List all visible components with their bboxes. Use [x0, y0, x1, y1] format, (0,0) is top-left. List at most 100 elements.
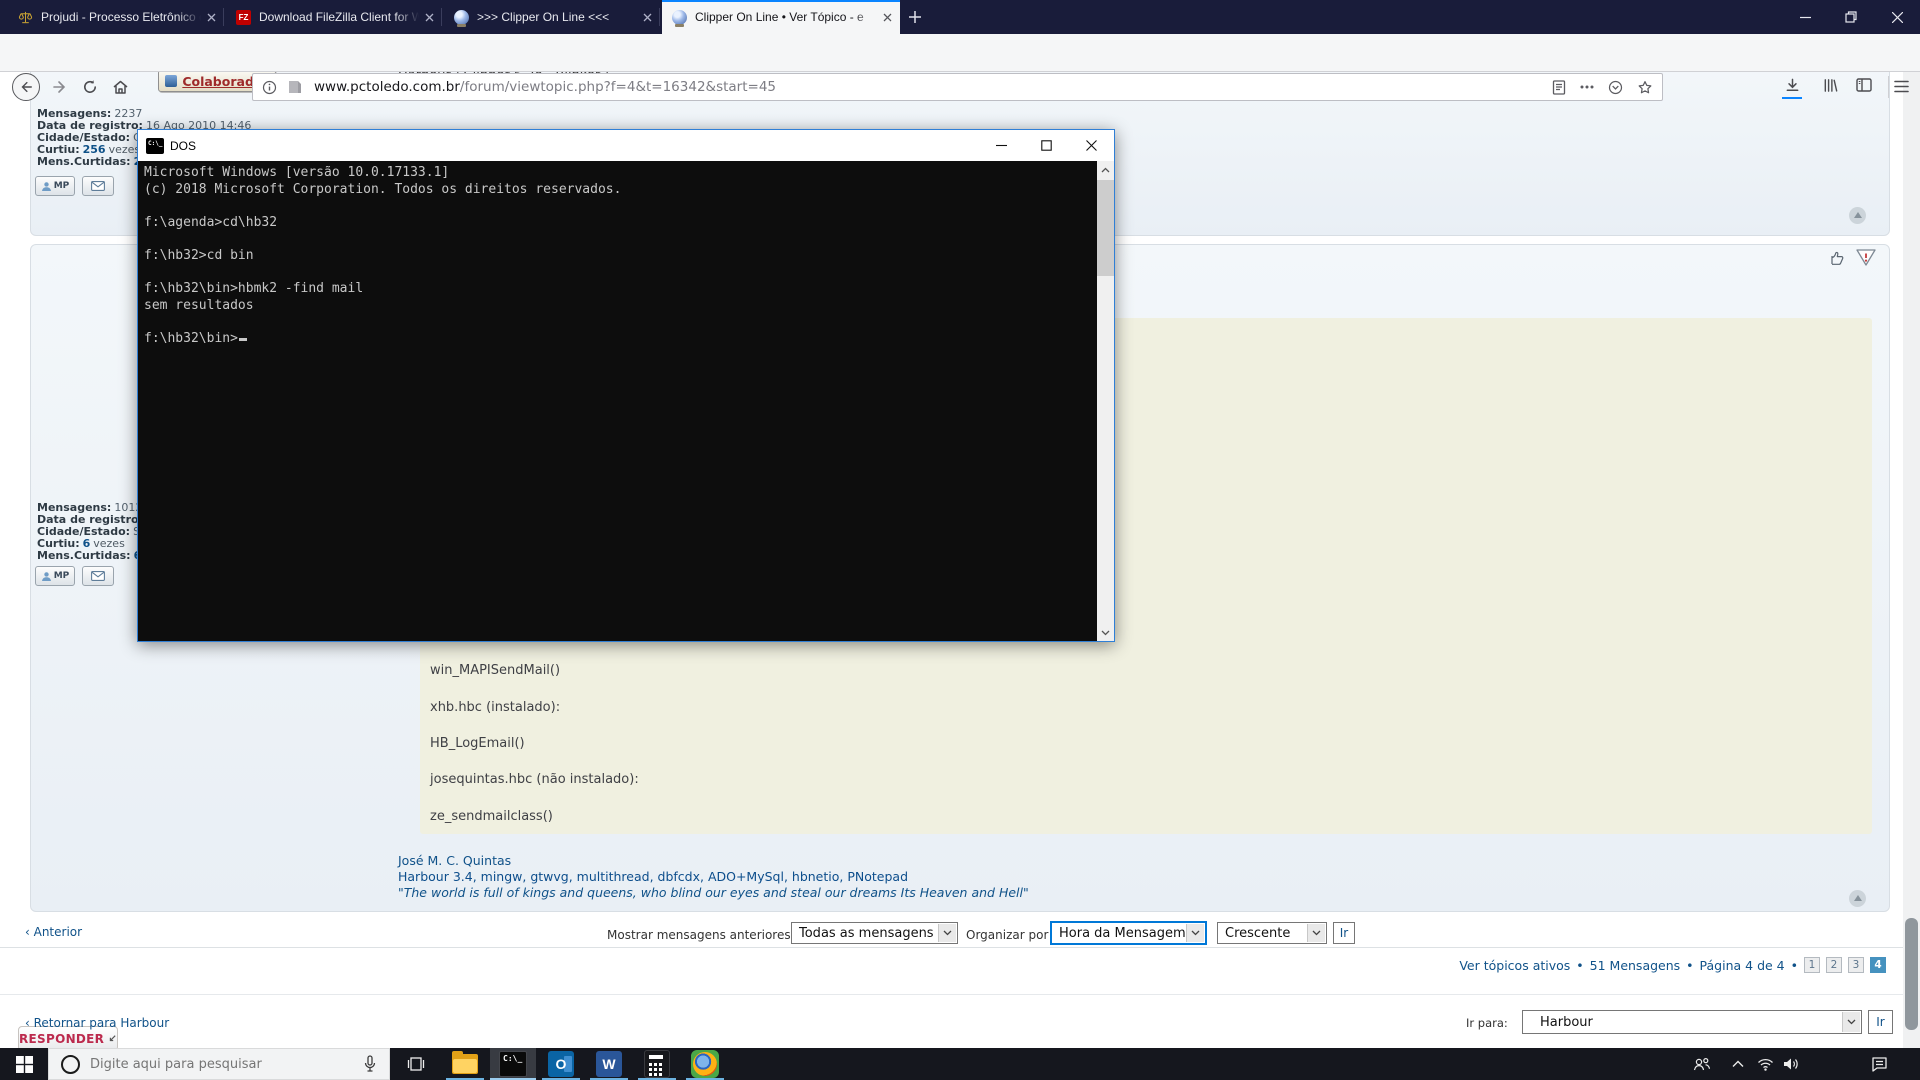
- back-button[interactable]: [12, 73, 40, 101]
- home-button[interactable]: [112, 79, 129, 95]
- email-icon: [91, 571, 105, 581]
- library-button[interactable]: [1822, 78, 1838, 93]
- post1-email-button[interactable]: [82, 176, 114, 196]
- taskbar-calculator[interactable]: [634, 1048, 680, 1080]
- page-button-1[interactable]: 1: [1804, 957, 1820, 973]
- console-line: [144, 265, 1097, 282]
- url-text[interactable]: www.pctoledo.com.br/forum/viewtopic.php?…: [314, 79, 1545, 95]
- console-output[interactable]: Microsoft Windows [versão 10.0.17133.1] …: [138, 161, 1097, 641]
- post2-mp-button[interactable]: MP: [35, 566, 75, 586]
- post2-top-icon[interactable]: [1849, 890, 1866, 907]
- page-actions-icon[interactable]: [1580, 85, 1594, 89]
- taskbar-outlook[interactable]: O: [538, 1048, 584, 1080]
- dos-titlebar[interactable]: DOS: [138, 130, 1114, 161]
- scroll-up-icon[interactable]: [1097, 161, 1114, 178]
- start-button[interactable]: [0, 1048, 48, 1080]
- new-tab-button[interactable]: [906, 8, 924, 26]
- tray-show-hidden[interactable]: [1724, 1048, 1752, 1080]
- taskbar-explorer[interactable]: [442, 1048, 488, 1080]
- action-center-button[interactable]: [1864, 1048, 1894, 1080]
- wifi-icon: [1757, 1058, 1774, 1071]
- console-icon: C:\_: [499, 1051, 527, 1077]
- signature-quote: "The world is full of kings and queens, …: [398, 885, 1029, 900]
- menu-button[interactable]: [1894, 80, 1909, 93]
- taskbar-word[interactable]: W: [586, 1048, 632, 1080]
- restore-icon: [1845, 11, 1857, 23]
- close-icon[interactable]: [643, 13, 652, 22]
- page-scrollbar[interactable]: [1903, 72, 1920, 1048]
- window-minimize-button[interactable]: [1782, 0, 1828, 34]
- tray-people[interactable]: [1684, 1048, 1720, 1080]
- previous-link[interactable]: ‹ Anterior: [25, 925, 82, 939]
- close-icon[interactable]: [425, 13, 434, 22]
- taskbar-firefox[interactable]: [682, 1048, 728, 1080]
- close-icon: [1086, 140, 1097, 151]
- organize-select[interactable]: Hora da Mensagem: [1050, 921, 1207, 945]
- forward-button[interactable]: [52, 79, 68, 95]
- pocket-icon[interactable]: [1608, 80, 1623, 95]
- tab-filezilla[interactable]: FZ Download FileZilla Client for W: [226, 0, 442, 34]
- console-line: f:\agenda>cd\hb32: [144, 215, 1097, 232]
- code-line: win_MAPISendMail(): [430, 663, 560, 678]
- close-icon[interactable]: [207, 13, 216, 22]
- post1-mp-button[interactable]: MP: [35, 176, 75, 196]
- sidebar-button[interactable]: [1856, 78, 1872, 92]
- like-icon[interactable]: [1828, 248, 1848, 266]
- chevron-down-icon: [1186, 924, 1204, 942]
- url-bar[interactable]: www.pctoledo.com.br/forum/viewtopic.php?…: [252, 73, 1663, 101]
- page-button-4-active[interactable]: 4: [1870, 957, 1886, 973]
- goto-go-button[interactable]: Ir: [1868, 1010, 1893, 1034]
- pagination: Ver tópicos ativos • 51 Mensagens • Pági…: [1459, 957, 1886, 973]
- screen: Colaborador Harbour / Clipper 5.2e - Bli…: [0, 0, 1920, 1080]
- word-icon: W: [596, 1051, 622, 1077]
- info-icon[interactable]: [262, 80, 277, 95]
- tab-projudi[interactable]: Projudi - Processo Eletrônico d: [8, 0, 224, 34]
- downloads-button[interactable]: [1785, 78, 1800, 93]
- calculator-icon: [644, 1050, 670, 1078]
- search-input[interactable]: [88, 1056, 363, 1073]
- dos-minimize-button[interactable]: [979, 130, 1024, 161]
- bookmark-star-icon[interactable]: [1637, 80, 1653, 95]
- post2-email-button[interactable]: [82, 566, 114, 586]
- code-line: josequintas.hbc (não instalado):: [430, 772, 639, 787]
- post1-top-icon[interactable]: [1849, 207, 1866, 224]
- taskbar-search[interactable]: [48, 1048, 390, 1080]
- tray-network[interactable]: [1752, 1048, 1778, 1080]
- tray-volume[interactable]: [1778, 1048, 1804, 1080]
- page-scrollbar-thumb[interactable]: [1905, 918, 1918, 1030]
- dos-maximize-button[interactable]: [1024, 130, 1069, 161]
- download-progress: [1782, 97, 1802, 99]
- order-select[interactable]: Crescente: [1217, 922, 1327, 944]
- window-close-button[interactable]: [1874, 0, 1920, 34]
- scroll-down-icon[interactable]: [1097, 624, 1114, 641]
- page-button-3[interactable]: 3: [1848, 957, 1864, 973]
- mic-icon[interactable]: [363, 1055, 377, 1073]
- window-restore-button[interactable]: [1828, 0, 1874, 34]
- signature-name: José M. C. Quintas: [398, 853, 511, 868]
- goto-select[interactable]: Harbour: [1522, 1010, 1862, 1034]
- return-link[interactable]: ‹ Retornar para Harbour: [25, 1016, 169, 1030]
- taskbar-console-active[interactable]: C:\_: [490, 1048, 536, 1080]
- close-icon[interactable]: [883, 13, 892, 22]
- rank-icon: [165, 75, 177, 87]
- show-select[interactable]: Todas as mensagens: [791, 922, 958, 944]
- goto-label: Ir para:: [1466, 1016, 1508, 1030]
- show-label: Mostrar mensagens anteriores:: [607, 928, 795, 942]
- person-icon: [41, 181, 52, 192]
- tab-clipper-forum[interactable]: >>> Clipper On Line <<<: [444, 0, 660, 34]
- tab-clipper-topic-active[interactable]: Clipper On Line • Ver Tópico - e: [662, 0, 900, 34]
- page-button-2[interactable]: 2: [1826, 957, 1842, 973]
- dos-scrollbar-thumb[interactable]: [1097, 180, 1114, 276]
- reader-mode-icon[interactable]: [1552, 80, 1566, 95]
- active-topics-link[interactable]: Ver tópicos ativos: [1459, 958, 1570, 973]
- dos-window[interactable]: DOS Microsoft Windows [versão 10.0.17133…: [137, 129, 1115, 642]
- dos-scrollbar[interactable]: [1097, 161, 1114, 641]
- page-icon[interactable]: [288, 80, 302, 94]
- go-button[interactable]: Ir: [1333, 922, 1355, 944]
- reload-button[interactable]: [82, 79, 98, 95]
- dos-close-button[interactable]: [1069, 130, 1114, 161]
- report-icon[interactable]: [1855, 248, 1877, 267]
- menu-icon: [1894, 80, 1909, 93]
- task-view-button[interactable]: [394, 1048, 438, 1080]
- code-line: HB_LogEmail(): [430, 736, 525, 751]
